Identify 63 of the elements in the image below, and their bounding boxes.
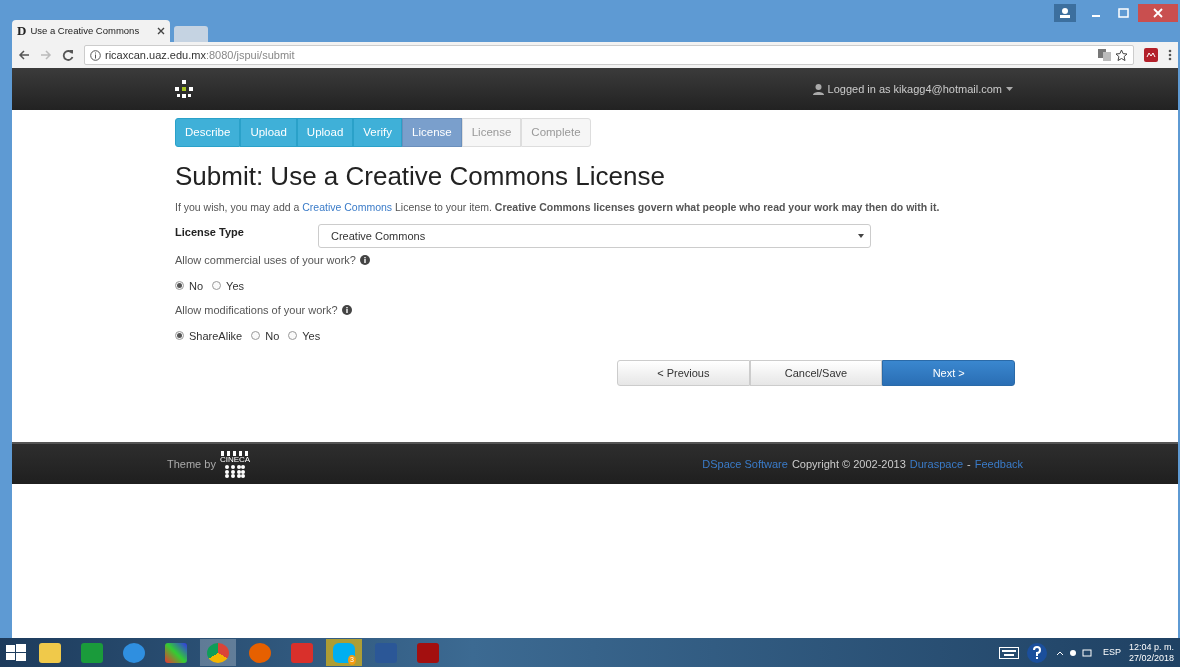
nav-button[interactable]: Cancel/Save <box>749 360 883 387</box>
question-label: Allow commercial uses of your work? <box>175 253 356 269</box>
logo-icon[interactable] <box>175 80 193 98</box>
user-menu[interactable]: Logged in as kikagg4@hotmail.com <box>812 80 1013 98</box>
radio-button[interactable] <box>175 331 184 341</box>
info-icon[interactable] <box>359 255 370 266</box>
logo-drawing <box>220 450 251 456</box>
caret-icon <box>858 234 864 239</box>
reload-icon[interactable] <box>62 49 74 61</box>
extension-icon[interactable] <box>1144 48 1158 62</box>
abacus-drawing <box>224 463 247 478</box>
close-icon[interactable] <box>1138 4 1178 22</box>
progress-step[interactable]: License <box>402 118 462 148</box>
progress-step[interactable]: Verify <box>353 118 403 148</box>
link[interactable]: Creative Commons <box>302 201 393 214</box>
cineca-logo[interactable]: CINECA <box>219 450 251 478</box>
user-icon[interactable] <box>1054 4 1076 22</box>
translate-icon[interactable] <box>1098 49 1111 61</box>
footer-text: - <box>967 456 971 472</box>
user-icon <box>812 83 824 95</box>
back-icon[interactable] <box>18 49 30 61</box>
start-icon[interactable] <box>6 643 26 662</box>
license-type-select[interactable]: Creative Commons <box>318 224 871 249</box>
nav-button[interactable]: Next > <box>882 360 1015 387</box>
question-label: Allow modifications of your work? <box>175 303 338 319</box>
footer-link[interactable]: Duraspace <box>909 455 963 473</box>
clock[interactable]: 12:04 p. m. 27/02/2018 <box>1128 641 1174 664</box>
footer-text: Copyright © 2002-2013 <box>791 456 906 472</box>
progress-step[interactable]: Upload <box>240 118 297 148</box>
caret-icon <box>1006 87 1013 91</box>
progress-step[interactable]: Describe <box>175 118 241 148</box>
star-icon[interactable] <box>1115 48 1128 62</box>
menu-icon[interactable] <box>1168 49 1172 61</box>
progress-step: License <box>461 118 522 148</box>
radio-button[interactable] <box>212 281 222 291</box>
help-icon[interactable] <box>1026 642 1047 663</box>
browser-tab[interactable]: D Use a Creative Commons <box>12 20 170 42</box>
footer-link[interactable]: DSpace Software <box>702 455 788 473</box>
keyboard-icon[interactable] <box>998 646 1019 659</box>
radio-button[interactable] <box>175 281 184 291</box>
theme-credit: Theme by <box>167 456 216 472</box>
page-title: Submit: Use a Creative Commons License <box>175 161 666 193</box>
progress-step: Complete <box>521 118 591 148</box>
option-label: No <box>265 328 280 344</box>
footer-link[interactable]: Feedback <box>974 455 1023 473</box>
language-indicator[interactable]: ESP <box>1102 645 1121 660</box>
option-label: Yes <box>226 278 244 294</box>
progress-step[interactable]: Upload <box>296 118 354 148</box>
close-icon[interactable] <box>157 27 165 35</box>
tab-title: Use a Creative Commons <box>30 23 140 38</box>
intro-text: If you wish, you may add a Creative Commons License to your item. Creative Commons licenses govern what people who read your work may then do with it. <box>175 200 941 216</box>
field-label: License Type <box>175 225 245 241</box>
radio-button[interactable] <box>251 331 261 341</box>
option-label: ShareAlike <box>189 328 243 344</box>
info-icon <box>90 49 101 61</box>
site-icon: D <box>17 21 27 41</box>
tray-icons-drawing[interactable] <box>1054 647 1095 658</box>
nav-button[interactable]: < Previous <box>617 360 750 387</box>
info-icon[interactable] <box>341 305 352 316</box>
option-label: No <box>189 278 204 294</box>
address-bar[interactable]: ricaxcan.uaz.edu.mx:8080/jspui/submit <box>84 45 1134 65</box>
radio-button[interactable] <box>288 331 298 341</box>
option-label: Yes <box>302 328 321 344</box>
